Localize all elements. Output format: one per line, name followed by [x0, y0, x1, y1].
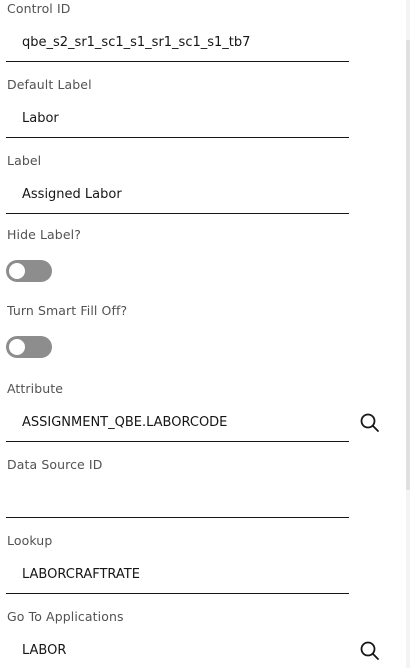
go-to-applications-value: LABOR: [22, 643, 67, 658]
lookup-value: LABORCRAFTRATE: [22, 567, 140, 582]
search-icon: [360, 413, 379, 432]
toggle-knob: [9, 339, 25, 355]
go-to-applications-label: Go To Applications: [7, 609, 124, 624]
lookup-label: Lookup: [7, 533, 53, 548]
data-source-id-input[interactable]: [6, 482, 349, 518]
default-label-label: Default Label: [7, 77, 92, 92]
smart-fill-label: Turn Smart Fill Off?: [7, 303, 128, 318]
search-icon: [360, 641, 379, 660]
scrollbar-track[interactable]: [406, 0, 410, 668]
default-label-value: Labor: [22, 111, 59, 126]
control-id-value: qbe_s2_sr1_sc1_s1_sr1_sc1_s1_tb7: [22, 35, 251, 50]
attribute-input[interactable]: ASSIGNMENT_QBE.LABORCODE: [6, 406, 349, 442]
hide-label-toggle[interactable]: [6, 260, 52, 282]
scrollbar-thumb[interactable]: [406, 40, 410, 490]
label-value: Assigned Labor: [22, 187, 122, 202]
attribute-value: ASSIGNMENT_QBE.LABORCODE: [22, 415, 228, 430]
default-label-input[interactable]: Labor: [6, 102, 349, 138]
data-source-id-label: Data Source ID: [7, 457, 103, 472]
toggle-knob: [9, 263, 25, 279]
hide-label-label: Hide Label?: [7, 227, 81, 242]
label-label: Label: [7, 153, 42, 168]
lookup-input[interactable]: LABORCRAFTRATE: [6, 558, 349, 594]
properties-panel: Control ID qbe_s2_sr1_sc1_s1_sr1_sc1_s1_…: [0, 0, 410, 668]
control-id-input[interactable]: qbe_s2_sr1_sc1_s1_sr1_sc1_s1_tb7: [6, 26, 349, 62]
attribute-lookup-button[interactable]: [358, 411, 382, 435]
go-to-applications-input[interactable]: LABOR: [6, 634, 349, 668]
control-id-label: Control ID: [7, 1, 71, 16]
label-input[interactable]: Assigned Labor: [6, 178, 349, 214]
attribute-label: Attribute: [7, 381, 64, 396]
go-to-applications-lookup-button[interactable]: [358, 639, 382, 663]
smart-fill-toggle[interactable]: [6, 336, 52, 358]
